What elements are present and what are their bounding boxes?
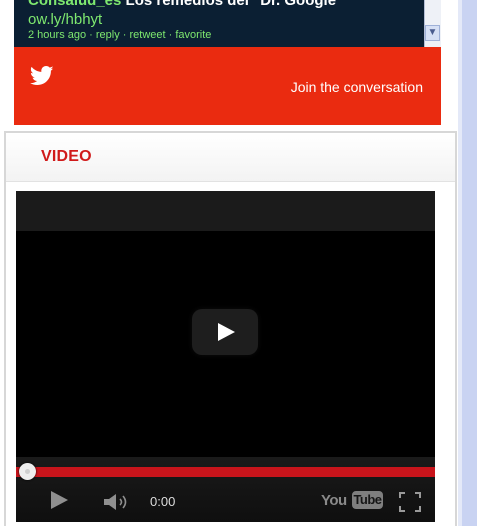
video-section-title: VIDEO — [41, 148, 92, 165]
tweet: Consalud_es Los remedios del "Dr. Google… — [28, 0, 418, 42]
timeline-scrollbar[interactable]: ▼ — [424, 0, 441, 47]
join-conversation-link[interactable]: Join the conversation — [291, 78, 423, 96]
play-icon[interactable] — [49, 490, 69, 510]
play-icon — [218, 323, 235, 341]
twitter-widget: Consalud_es Los remedios del "Dr. Google… — [14, 0, 441, 125]
twitter-timeline[interactable]: Consalud_es Los remedios del "Dr. Google… — [14, 0, 441, 47]
tweet-header-line: Consalud_es Los remedios del "Dr. Google… — [28, 0, 418, 10]
video-section: VIDEO 0:00 You Tube — [4, 131, 457, 526]
youtube-logo-tube: Tube — [352, 491, 383, 509]
tweet-user[interactable]: Consalud_es — [28, 0, 121, 9]
player-controls: 0:00 You Tube — [16, 457, 435, 522]
progress-scrubber[interactable] — [19, 463, 36, 480]
tweet-link[interactable]: ow.ly/hbhyt — [28, 11, 102, 28]
page: Consalud_es Los remedios del "Dr. Google… — [0, 0, 477, 526]
current-time: 0:00 — [150, 494, 176, 509]
video-section-header: VIDEO — [6, 133, 455, 182]
tweet-meta[interactable]: 2 hours ago · reply · retweet · favorite — [28, 29, 418, 42]
fullscreen-icon[interactable] — [399, 492, 421, 512]
tweet-text: Los remedios del "Dr. Google" — [125, 0, 344, 9]
scroll-down-arrow-icon[interactable]: ▼ — [425, 25, 440, 41]
big-play-button[interactable] — [192, 309, 258, 355]
player-title-bar — [16, 191, 435, 231]
volume-icon[interactable] — [103, 493, 139, 511]
youtube-player[interactable]: 0:00 You Tube — [16, 191, 435, 522]
twitter-bird-icon[interactable] — [30, 66, 54, 86]
progress-bar[interactable] — [16, 467, 435, 477]
page-side-border-highlight — [458, 0, 462, 526]
tweet-link-line: ow.ly/hbhyt — [28, 10, 418, 29]
youtube-logo-you: You — [321, 492, 347, 509]
